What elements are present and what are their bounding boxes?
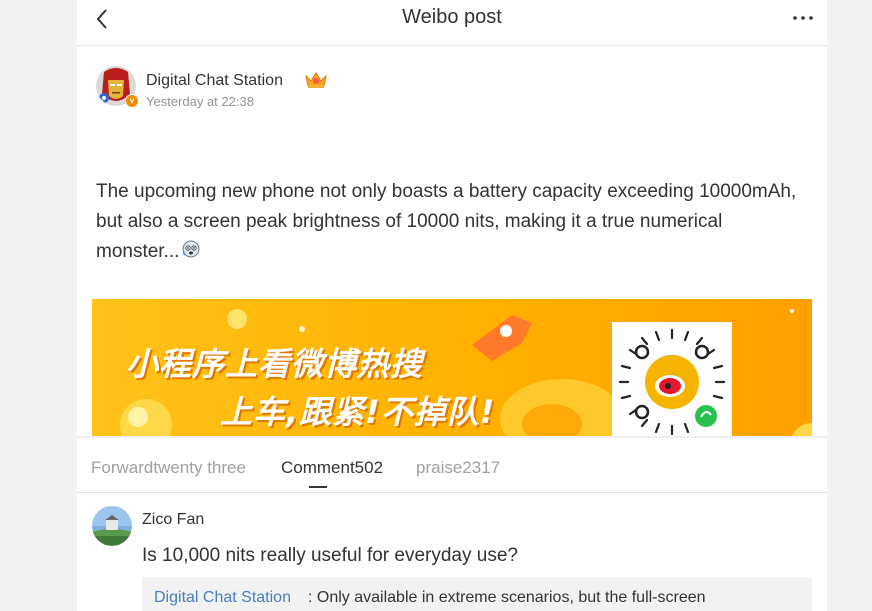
post-time: Yesterday at 22:38 <box>146 94 254 109</box>
top-bar: Weibo post <box>77 0 827 46</box>
reply-text: : Only available in extreme scenarios, b… <box>308 589 706 606</box>
crown-icon <box>305 72 327 88</box>
banner-line-2: 上车,跟紧!不掉队! <box>220 393 496 431</box>
tab-forward[interactable]: Forwardtwenty three <box>91 458 246 478</box>
verified-badge: v <box>125 94 139 108</box>
tab-comment[interactable]: Comment502 <box>281 458 383 478</box>
post-text: The upcoming new phone not only boasts a… <box>96 177 806 267</box>
active-tab-indicator <box>309 486 327 488</box>
author-name[interactable]: Digital Chat Station <box>146 72 283 90</box>
more-dots-icon[interactable] <box>789 4 817 32</box>
crying-emoji-icon <box>182 240 200 258</box>
post-card: v Digital Chat Station Yesterday at 22:3… <box>77 46 827 463</box>
reply-author-link[interactable]: Digital Chat Station <box>154 589 291 607</box>
comment-text: Is 10,000 nits really useful for everyda… <box>142 545 518 566</box>
reply-box[interactable]: Digital Chat Station : Only available in… <box>142 577 812 611</box>
avatar[interactable] <box>92 506 132 546</box>
post-tabs: Forwardtwenty three Comment502 praise231… <box>77 438 827 493</box>
qr-code-icon[interactable] <box>612 322 732 442</box>
banner-line-1: 小程序上看微博热搜 <box>126 345 424 383</box>
comment-item: Zico Fan Is 10,000 nits really useful fo… <box>77 493 827 611</box>
tab-praise[interactable]: praise2317 <box>416 458 500 478</box>
weibo-post-page: Weibo post v Digital Chat Station Yester… <box>77 0 827 611</box>
commenter-name[interactable]: Zico Fan <box>142 511 204 529</box>
page-title: Weibo post <box>402 6 502 28</box>
